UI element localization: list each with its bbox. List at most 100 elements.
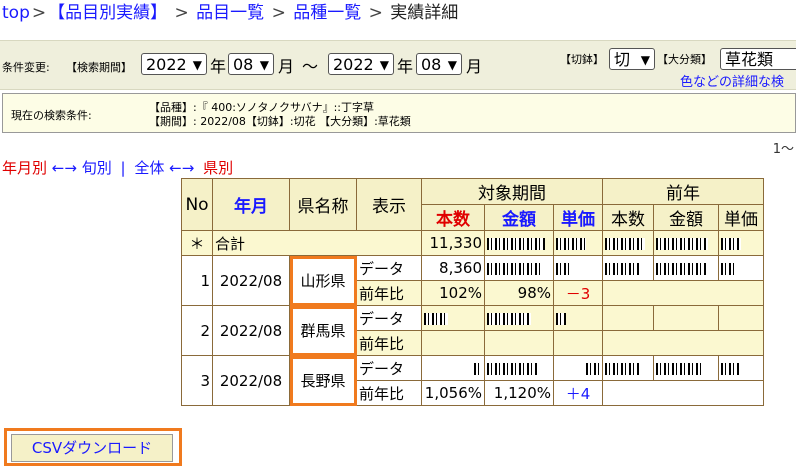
to-month-select[interactable]: 08 ▼ (416, 53, 462, 75)
total-label: 合計 (212, 230, 422, 256)
table-row: 3 2022/08 長野県 データ (181, 355, 764, 406)
table-row: 1 2022/08 山形県 データ 8,360 (181, 255, 764, 306)
row-unit-redacted (553, 255, 603, 281)
row-amount-redacted (484, 305, 554, 331)
row-prev-qty-redacted (602, 255, 654, 281)
row-qty-redacted (421, 305, 485, 331)
row-no: 1 (181, 255, 213, 306)
chevron-down-icon: ▼ (192, 58, 202, 72)
col-amount[interactable]: 金額 (484, 204, 554, 231)
row-data-label: データ (356, 355, 422, 381)
pager: 1〜 (772, 142, 794, 157)
view-by-period-link[interactable]: 旬別 (82, 159, 112, 177)
col-prev-qty: 本数 (602, 204, 654, 231)
breadcrumb-current: 実績詳細 (390, 3, 459, 23)
row-ratio-unit-empty (553, 330, 603, 356)
month-unit: 月 (466, 57, 483, 76)
filter-change-label: 条件変更: (2, 61, 50, 74)
row-qty-redacted (421, 355, 485, 381)
year-unit: 年 (210, 57, 227, 76)
row-unit-redacted (553, 305, 603, 331)
filter-period-label: 【検索期間】 (66, 61, 132, 74)
breadcrumb-variety-list[interactable]: 品種一覧 (293, 3, 361, 23)
to-month-value: 08 (421, 55, 442, 74)
row-ratio-qty-empty (421, 330, 485, 356)
detail-search-link[interactable]: 色などの詳細な検 (680, 71, 784, 90)
row-ratio-amount: 98% (484, 280, 554, 306)
breadcrumb-top-link[interactable]: top (2, 3, 30, 23)
cut-value: 切 (614, 50, 631, 69)
row-prev-amount-redacted (653, 255, 719, 281)
to-year-value: 2022 (333, 55, 374, 74)
col-month[interactable]: 年月 (212, 178, 290, 231)
row-prev-amount-redacted (653, 355, 719, 381)
cut-select[interactable]: 切 ▼ (609, 48, 655, 70)
total-amount-redacted (484, 230, 554, 256)
col-pref: 県名称 (289, 178, 357, 231)
row-ratio-label: 前年比 (356, 380, 422, 406)
row-prev-unit-redacted (718, 355, 764, 381)
row-pref-name: 長野県 (289, 355, 357, 406)
row-prev-qty-empty (602, 305, 654, 331)
chevron-down-icon: ▼ (640, 53, 650, 67)
table-row: 2 2022/08 群馬県 データ (181, 305, 764, 356)
total-unit-redacted (553, 230, 603, 256)
breadcrumb-item-list[interactable]: 品目一覧 (196, 3, 264, 23)
view-by-month: 年月別 (2, 159, 48, 177)
col-unit[interactable]: 単価 (553, 204, 603, 231)
from-year-value: 2022 (146, 55, 187, 74)
chevron-down-icon: ▼ (259, 58, 269, 72)
condition-label: 現在の検索条件: (11, 109, 92, 122)
csv-download-button[interactable]: CSVダウンロード (11, 434, 173, 462)
to-year-select[interactable]: 2022 ▼ (328, 53, 394, 75)
row-month: 2022/08 (212, 305, 290, 356)
row-prev-qty-redacted (602, 355, 654, 381)
row-ratio-label: 前年比 (356, 280, 422, 306)
row-amount-redacted (484, 355, 554, 381)
row-ratio-amount-empty (484, 330, 554, 356)
table-header-row: No 年月 県名称 表示 対象期間 前年 (181, 178, 764, 231)
chevron-down-icon: ▼ (447, 58, 457, 72)
row-ratio-unit: －3 (553, 280, 603, 306)
category-select[interactable]: 草花類 (720, 48, 796, 70)
from-month-select[interactable]: 08 ▼ (228, 53, 274, 75)
row-month: 2022/08 (212, 255, 290, 306)
category-label: 【大分類】 (657, 53, 712, 66)
total-prev-amount-redacted (653, 230, 719, 256)
breadcrumb: top > 【品目別実績】 > 品目一覧 > 品種一覧 > 実績詳細 (2, 2, 458, 24)
view-switch: 年月別 ←→ 旬別 | 全体 ←→ 県別 (2, 157, 233, 178)
year-unit: 年 (397, 57, 414, 76)
from-month-value: 08 (233, 55, 254, 74)
cut-label: 【切鉢】 (560, 53, 604, 66)
row-amount-redacted (484, 255, 554, 281)
col-prev-year: 前年 (602, 178, 764, 205)
condition-line-period: 【期間】: 2022/08【切鉢】:切花 【大分類】:草花類 (149, 115, 411, 128)
breadcrumb-item-summary[interactable]: 【品目別実績】 (48, 3, 167, 23)
row-ratio-prev-empty (602, 280, 764, 306)
breadcrumb-separator: > (271, 3, 286, 23)
col-no: No (181, 178, 213, 231)
category-value: 草花類 (725, 50, 774, 69)
row-month: 2022/08 (212, 355, 290, 406)
csv-button-highlight: CSVダウンロード (4, 428, 182, 466)
col-qty[interactable]: 本数 (421, 204, 485, 231)
breadcrumb-separator: > (174, 3, 189, 23)
row-pref-name: 山形県 (289, 255, 357, 306)
row-unit-redacted (553, 355, 603, 381)
breadcrumb-separator: > (31, 3, 47, 23)
row-ratio-prev-empty (602, 380, 764, 406)
col-prev-amount: 金額 (653, 204, 719, 231)
col-prev-unit: 単価 (718, 204, 764, 231)
filter-bar: 条件変更: 【検索期間】 2022 ▼ 年 08 ▼ 月 〜 2022 ▼ 年 08 ▼… (0, 40, 796, 90)
col-target-period: 対象期間 (421, 178, 603, 205)
row-ratio-qty: 102% (421, 280, 485, 306)
from-year-select[interactable]: 2022 ▼ (141, 53, 207, 75)
view-all-link[interactable]: 全体 (134, 159, 164, 177)
switch-arrow: ←→ (169, 159, 195, 177)
row-ratio-qty: 1,056% (421, 380, 485, 406)
view-by-pref: 県別 (203, 159, 234, 177)
total-prev-qty-redacted (602, 230, 654, 256)
total-mark: ＊ (181, 230, 213, 256)
switch-arrow: ←→ (51, 159, 77, 177)
row-data-label: データ (356, 305, 422, 331)
